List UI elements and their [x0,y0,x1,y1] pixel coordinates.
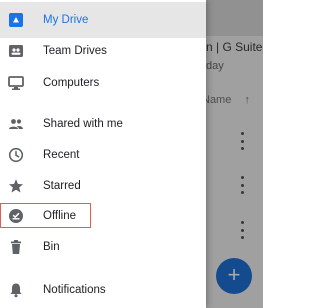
bell-icon [8,282,24,298]
nav-label: Bin [43,241,60,253]
navigation-drawer: My Drive Team Drives Computers Shared wi… [0,0,206,308]
nav-label: Shared with me [43,118,123,130]
nav-item-notifications[interactable]: Notifications [0,272,206,308]
nav-label: My Drive [43,14,89,26]
nav-item-computers[interactable]: Computers [0,65,206,101]
drive-icon [8,12,24,28]
offline-highlight-box [0,203,91,228]
nav-item-team-drives[interactable]: Team Drives [0,33,206,69]
people-icon [8,116,24,132]
trash-icon [8,239,24,255]
clock-icon [8,147,24,163]
nav-label: Notifications [43,284,106,296]
computer-icon [8,75,24,91]
nav-label: Computers [43,77,100,89]
nav-label: Starred [43,180,81,192]
nav-label: Team Drives [43,45,107,57]
star-icon [8,178,24,194]
team-drives-icon [8,43,24,59]
nav-label: Recent [43,149,80,161]
nav-item-bin[interactable]: Bin [0,229,206,265]
